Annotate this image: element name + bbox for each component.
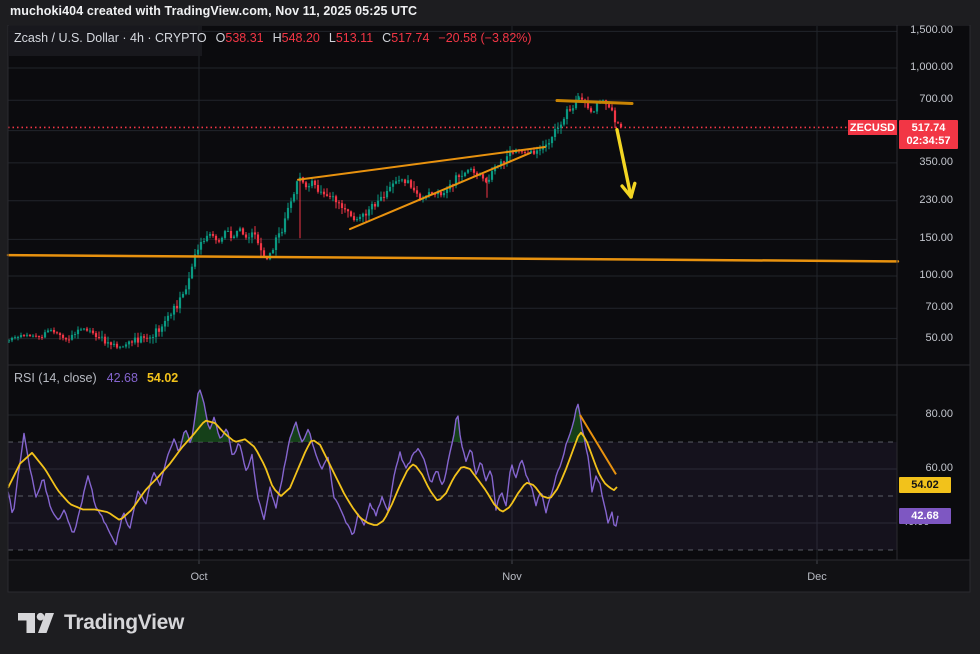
tradingview-chart-snapshot: muchoki404 created with TradingView.com,…	[0, 0, 980, 654]
last-price-value: 517.74	[912, 122, 946, 135]
rsi-current-value: 42.68	[107, 371, 138, 385]
last-price-tag: 517.74 02:34:57	[899, 120, 958, 149]
rsi-title[interactable]: RSI (14, close)	[14, 371, 97, 385]
change-value: −20.58 (−3.82%)	[438, 31, 531, 45]
close-label: C	[382, 31, 391, 45]
tradingview-logo[interactable]: TradingView	[18, 605, 184, 641]
open-value: 538.31	[225, 31, 263, 45]
low-label: L	[329, 31, 336, 45]
rsi-ma-tag: 54.02	[899, 477, 951, 493]
rsi-legend: RSI (14, close) 42.68 54.02	[14, 371, 178, 385]
bar-countdown: 02:34:57	[906, 135, 950, 148]
tradingview-logo-text: TradingView	[64, 611, 184, 635]
tradingview-mark-icon	[18, 608, 54, 638]
symbol-legend: Zcash / U.S. Dollar · 4h · CRYPTO O538.31…	[14, 31, 532, 45]
symbol-title[interactable]: Zcash / U.S. Dollar · 4h · CRYPTO	[14, 31, 207, 45]
attribution-text: muchoki404 created with TradingView.com,…	[10, 4, 417, 18]
attribution-bar: muchoki404 created with TradingView.com,…	[0, 0, 980, 25]
low-value: 513.11	[336, 31, 373, 45]
high-value: 548.20	[282, 31, 320, 45]
high-label: H	[273, 31, 282, 45]
close-value: 517.74	[391, 31, 429, 45]
rsi-value-tag: 42.68	[899, 508, 951, 524]
symbol-price-flag: ZECUSD	[848, 120, 897, 135]
open-label: O	[216, 31, 226, 45]
chart-canvas[interactable]	[0, 0, 980, 654]
rsi-ma-value: 54.02	[147, 371, 178, 385]
